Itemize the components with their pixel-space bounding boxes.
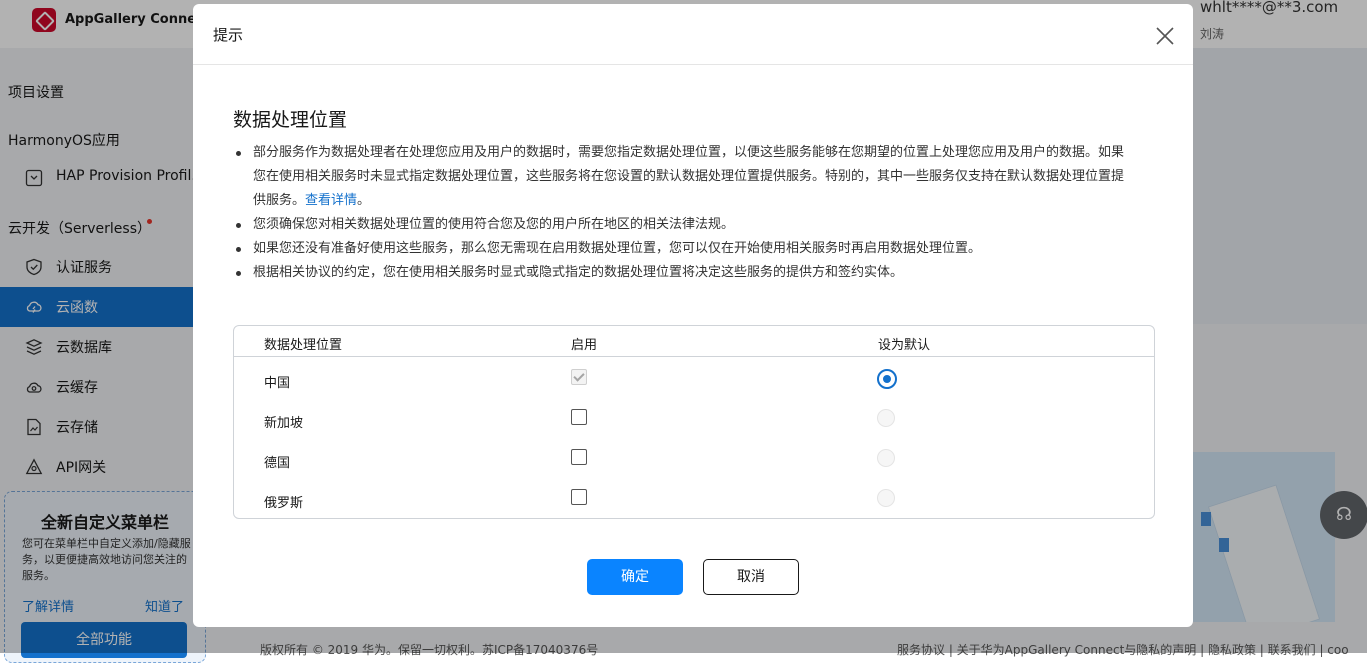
location-cell: 中国 xyxy=(264,376,291,391)
cancel-button[interactable]: 取消 xyxy=(703,559,799,595)
default-radio[interactable] xyxy=(877,449,895,467)
location-cell: 新加坡 xyxy=(264,416,304,431)
enable-checkbox[interactable] xyxy=(571,369,587,385)
view-details-link[interactable]: 查看详情 xyxy=(305,193,357,208)
bullet-item: 您须确保您对相关数据处理位置的使用符合您及您的用户所在地区的相关法律法规。 xyxy=(233,213,1133,237)
table-row: 新加坡 xyxy=(234,399,1154,439)
enable-checkbox[interactable] xyxy=(571,489,587,505)
table-row: 中国 xyxy=(234,359,1154,399)
enable-checkbox[interactable] xyxy=(571,449,587,465)
default-radio[interactable] xyxy=(877,489,895,507)
dialog-header-title: 提示 xyxy=(213,26,244,44)
bullet-item: 如果您还没有准备好使用这些服务，那么您无需现在启用数据处理位置，您可以仅在开始使… xyxy=(233,237,1133,261)
close-icon[interactable] xyxy=(1153,24,1177,48)
bullet-item: 根据相关协议的约定，您在使用相关服务时显式或隐式指定的数据处理位置将决定这些服务… xyxy=(233,261,1133,285)
info-bullet-list: 部分服务作为数据处理者在处理您应用及用户的数据时，需要您指定数据处理位置，以便这… xyxy=(233,141,1133,285)
dialog-header: 提示 xyxy=(193,4,1193,65)
bullet-item: 部分服务作为数据处理者在处理您应用及用户的数据时，需要您指定数据处理位置，以便这… xyxy=(233,141,1133,213)
table-row: 德国 xyxy=(234,439,1154,479)
default-radio[interactable] xyxy=(877,409,895,427)
confirm-button[interactable]: 确定 xyxy=(587,559,683,595)
table-row: 俄罗斯 xyxy=(234,479,1154,519)
bullet-text: 部分服务作为数据处理者在处理您应用及用户的数据时，需要您指定数据处理位置，以便这… xyxy=(253,145,1125,208)
data-location-dialog: 提示 数据处理位置 部分服务作为数据处理者在处理您应用及用户的数据时，需要您指定… xyxy=(193,4,1193,627)
location-cell: 德国 xyxy=(264,456,291,471)
enable-checkbox[interactable] xyxy=(571,409,587,425)
column-header-default: 设为默认 xyxy=(878,338,931,353)
table-header: 数据处理位置 启用 设为默认 xyxy=(234,326,1154,357)
default-radio[interactable] xyxy=(877,369,897,389)
column-header-location: 数据处理位置 xyxy=(264,338,343,353)
column-header-enable: 启用 xyxy=(571,338,598,353)
section-title: 数据处理位置 xyxy=(233,109,348,131)
location-cell: 俄罗斯 xyxy=(264,496,304,511)
location-table: 数据处理位置 启用 设为默认 中国 新加坡 德国 俄罗斯 xyxy=(233,325,1155,519)
bullet-text-end: 。 xyxy=(357,193,371,208)
